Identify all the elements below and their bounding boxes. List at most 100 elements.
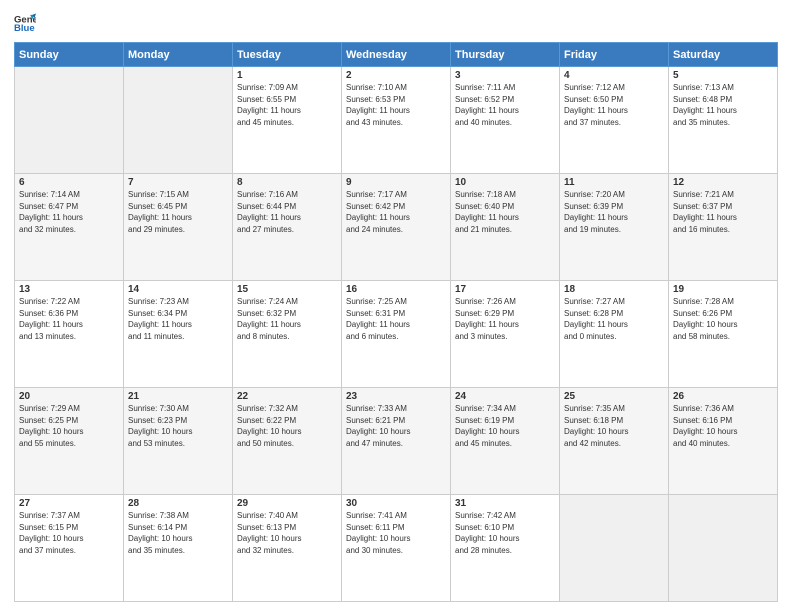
weekday-header: Thursday [451, 43, 560, 67]
day-number: 3 [455, 70, 555, 81]
day-number: 13 [19, 284, 119, 295]
day-detail: Sunrise: 7:29 AM Sunset: 6:25 PM Dayligh… [19, 403, 119, 449]
calendar-cell: 26Sunrise: 7:36 AM Sunset: 6:16 PM Dayli… [669, 388, 778, 495]
day-number: 4 [564, 70, 664, 81]
calendar: SundayMondayTuesdayWednesdayThursdayFrid… [14, 42, 778, 602]
day-detail: Sunrise: 7:41 AM Sunset: 6:11 PM Dayligh… [346, 510, 446, 556]
day-number: 5 [673, 70, 773, 81]
day-detail: Sunrise: 7:28 AM Sunset: 6:26 PM Dayligh… [673, 296, 773, 342]
logo: General Blue [14, 12, 36, 34]
calendar-cell: 13Sunrise: 7:22 AM Sunset: 6:36 PM Dayli… [15, 281, 124, 388]
calendar-cell: 23Sunrise: 7:33 AM Sunset: 6:21 PM Dayli… [342, 388, 451, 495]
calendar-cell: 8Sunrise: 7:16 AM Sunset: 6:44 PM Daylig… [233, 174, 342, 281]
calendar-cell: 25Sunrise: 7:35 AM Sunset: 6:18 PM Dayli… [560, 388, 669, 495]
day-number: 26 [673, 391, 773, 402]
calendar-cell: 17Sunrise: 7:26 AM Sunset: 6:29 PM Dayli… [451, 281, 560, 388]
day-number: 1 [237, 70, 337, 81]
day-detail: Sunrise: 7:09 AM Sunset: 6:55 PM Dayligh… [237, 82, 337, 128]
calendar-cell: 31Sunrise: 7:42 AM Sunset: 6:10 PM Dayli… [451, 495, 560, 602]
day-detail: Sunrise: 7:33 AM Sunset: 6:21 PM Dayligh… [346, 403, 446, 449]
calendar-week-row: 20Sunrise: 7:29 AM Sunset: 6:25 PM Dayli… [15, 388, 778, 495]
day-detail: Sunrise: 7:17 AM Sunset: 6:42 PM Dayligh… [346, 189, 446, 235]
weekday-header: Monday [124, 43, 233, 67]
calendar-cell: 2Sunrise: 7:10 AM Sunset: 6:53 PM Daylig… [342, 67, 451, 174]
day-detail: Sunrise: 7:30 AM Sunset: 6:23 PM Dayligh… [128, 403, 228, 449]
day-number: 28 [128, 498, 228, 509]
day-detail: Sunrise: 7:38 AM Sunset: 6:14 PM Dayligh… [128, 510, 228, 556]
day-number: 9 [346, 177, 446, 188]
day-detail: Sunrise: 7:18 AM Sunset: 6:40 PM Dayligh… [455, 189, 555, 235]
day-number: 17 [455, 284, 555, 295]
calendar-cell: 28Sunrise: 7:38 AM Sunset: 6:14 PM Dayli… [124, 495, 233, 602]
calendar-cell: 7Sunrise: 7:15 AM Sunset: 6:45 PM Daylig… [124, 174, 233, 281]
calendar-week-row: 6Sunrise: 7:14 AM Sunset: 6:47 PM Daylig… [15, 174, 778, 281]
day-detail: Sunrise: 7:40 AM Sunset: 6:13 PM Dayligh… [237, 510, 337, 556]
calendar-cell: 6Sunrise: 7:14 AM Sunset: 6:47 PM Daylig… [15, 174, 124, 281]
calendar-cell: 21Sunrise: 7:30 AM Sunset: 6:23 PM Dayli… [124, 388, 233, 495]
day-detail: Sunrise: 7:25 AM Sunset: 6:31 PM Dayligh… [346, 296, 446, 342]
day-number: 8 [237, 177, 337, 188]
page: General Blue SundayMondayTuesdayWednesda… [0, 0, 792, 612]
calendar-week-row: 1Sunrise: 7:09 AM Sunset: 6:55 PM Daylig… [15, 67, 778, 174]
weekday-header: Saturday [669, 43, 778, 67]
calendar-week-row: 13Sunrise: 7:22 AM Sunset: 6:36 PM Dayli… [15, 281, 778, 388]
calendar-cell: 29Sunrise: 7:40 AM Sunset: 6:13 PM Dayli… [233, 495, 342, 602]
day-detail: Sunrise: 7:10 AM Sunset: 6:53 PM Dayligh… [346, 82, 446, 128]
day-number: 7 [128, 177, 228, 188]
day-detail: Sunrise: 7:11 AM Sunset: 6:52 PM Dayligh… [455, 82, 555, 128]
day-number: 22 [237, 391, 337, 402]
day-detail: Sunrise: 7:32 AM Sunset: 6:22 PM Dayligh… [237, 403, 337, 449]
day-number: 24 [455, 391, 555, 402]
day-number: 18 [564, 284, 664, 295]
day-detail: Sunrise: 7:16 AM Sunset: 6:44 PM Dayligh… [237, 189, 337, 235]
calendar-cell: 11Sunrise: 7:20 AM Sunset: 6:39 PM Dayli… [560, 174, 669, 281]
day-number: 10 [455, 177, 555, 188]
calendar-cell: 4Sunrise: 7:12 AM Sunset: 6:50 PM Daylig… [560, 67, 669, 174]
day-detail: Sunrise: 7:14 AM Sunset: 6:47 PM Dayligh… [19, 189, 119, 235]
day-detail: Sunrise: 7:15 AM Sunset: 6:45 PM Dayligh… [128, 189, 228, 235]
day-number: 20 [19, 391, 119, 402]
calendar-cell: 3Sunrise: 7:11 AM Sunset: 6:52 PM Daylig… [451, 67, 560, 174]
calendar-cell: 22Sunrise: 7:32 AM Sunset: 6:22 PM Dayli… [233, 388, 342, 495]
calendar-cell: 9Sunrise: 7:17 AM Sunset: 6:42 PM Daylig… [342, 174, 451, 281]
calendar-cell: 30Sunrise: 7:41 AM Sunset: 6:11 PM Dayli… [342, 495, 451, 602]
calendar-cell: 1Sunrise: 7:09 AM Sunset: 6:55 PM Daylig… [233, 67, 342, 174]
day-detail: Sunrise: 7:35 AM Sunset: 6:18 PM Dayligh… [564, 403, 664, 449]
day-detail: Sunrise: 7:23 AM Sunset: 6:34 PM Dayligh… [128, 296, 228, 342]
calendar-cell [560, 495, 669, 602]
calendar-cell: 15Sunrise: 7:24 AM Sunset: 6:32 PM Dayli… [233, 281, 342, 388]
day-number: 30 [346, 498, 446, 509]
calendar-cell: 19Sunrise: 7:28 AM Sunset: 6:26 PM Dayli… [669, 281, 778, 388]
svg-text:Blue: Blue [14, 23, 35, 34]
calendar-cell: 10Sunrise: 7:18 AM Sunset: 6:40 PM Dayli… [451, 174, 560, 281]
calendar-week-row: 27Sunrise: 7:37 AM Sunset: 6:15 PM Dayli… [15, 495, 778, 602]
calendar-cell: 12Sunrise: 7:21 AM Sunset: 6:37 PM Dayli… [669, 174, 778, 281]
day-detail: Sunrise: 7:20 AM Sunset: 6:39 PM Dayligh… [564, 189, 664, 235]
day-detail: Sunrise: 7:37 AM Sunset: 6:15 PM Dayligh… [19, 510, 119, 556]
calendar-cell: 14Sunrise: 7:23 AM Sunset: 6:34 PM Dayli… [124, 281, 233, 388]
day-detail: Sunrise: 7:34 AM Sunset: 6:19 PM Dayligh… [455, 403, 555, 449]
day-detail: Sunrise: 7:13 AM Sunset: 6:48 PM Dayligh… [673, 82, 773, 128]
calendar-cell: 24Sunrise: 7:34 AM Sunset: 6:19 PM Dayli… [451, 388, 560, 495]
calendar-cell: 5Sunrise: 7:13 AM Sunset: 6:48 PM Daylig… [669, 67, 778, 174]
header-row: SundayMondayTuesdayWednesdayThursdayFrid… [15, 43, 778, 67]
calendar-cell [669, 495, 778, 602]
weekday-header: Tuesday [233, 43, 342, 67]
weekday-header: Wednesday [342, 43, 451, 67]
calendar-cell: 18Sunrise: 7:27 AM Sunset: 6:28 PM Dayli… [560, 281, 669, 388]
calendar-cell: 27Sunrise: 7:37 AM Sunset: 6:15 PM Dayli… [15, 495, 124, 602]
day-detail: Sunrise: 7:12 AM Sunset: 6:50 PM Dayligh… [564, 82, 664, 128]
calendar-cell [124, 67, 233, 174]
day-detail: Sunrise: 7:36 AM Sunset: 6:16 PM Dayligh… [673, 403, 773, 449]
logo-icon: General Blue [14, 12, 36, 34]
day-number: 16 [346, 284, 446, 295]
day-number: 31 [455, 498, 555, 509]
weekday-header: Sunday [15, 43, 124, 67]
header: General Blue [14, 12, 778, 34]
day-detail: Sunrise: 7:22 AM Sunset: 6:36 PM Dayligh… [19, 296, 119, 342]
day-number: 2 [346, 70, 446, 81]
day-number: 29 [237, 498, 337, 509]
day-number: 27 [19, 498, 119, 509]
day-detail: Sunrise: 7:26 AM Sunset: 6:29 PM Dayligh… [455, 296, 555, 342]
day-detail: Sunrise: 7:42 AM Sunset: 6:10 PM Dayligh… [455, 510, 555, 556]
